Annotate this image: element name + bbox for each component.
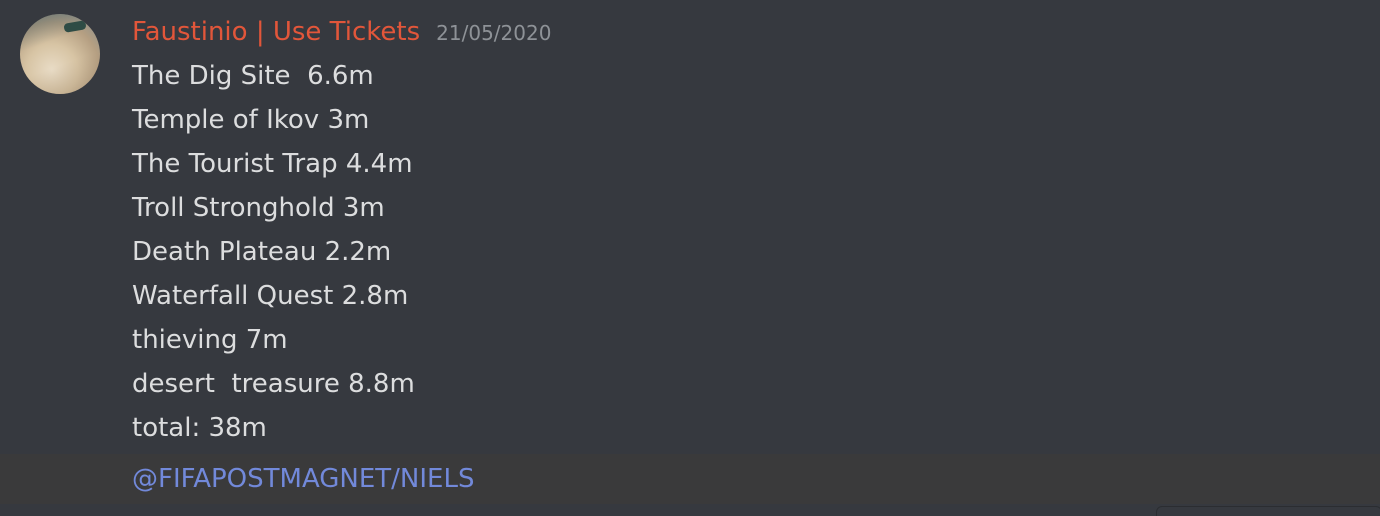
author-username[interactable]: Faustinio | Use Tickets: [132, 14, 420, 50]
message-actions-popover: [1156, 506, 1380, 516]
message-line: thieving 7m: [132, 325, 288, 355]
message-line: Waterfall Quest 2.8m: [132, 281, 409, 311]
message-content: The Dig Site 6.6m Temple of Ikov 3m The …: [132, 54, 415, 450]
chat-message: Faustinio | Use Tickets 21/05/2020 The D…: [0, 0, 1380, 516]
message-line: Temple of Ikov 3m: [132, 105, 370, 135]
message-line: Death Plateau 2.2m: [132, 237, 392, 267]
message-line: The Tourist Trap 4.4m: [132, 149, 413, 179]
message-line: desert treasure 8.8m: [132, 369, 415, 399]
message-timestamp: 21/05/2020: [436, 21, 552, 45]
avatar-image: [20, 14, 100, 94]
message-line: The Dig Site 6.6m: [132, 61, 374, 91]
mention-row: @FIFAPOSTMAGNET/NIELS: [0, 454, 1380, 504]
user-avatar[interactable]: [20, 14, 100, 94]
message-line: Troll Stronghold 3m: [132, 193, 385, 223]
message-header: Faustinio | Use Tickets 21/05/2020: [132, 14, 551, 50]
user-mention[interactable]: @FIFAPOSTMAGNET/NIELS: [132, 454, 474, 504]
message-line: total: 38m: [132, 413, 267, 443]
